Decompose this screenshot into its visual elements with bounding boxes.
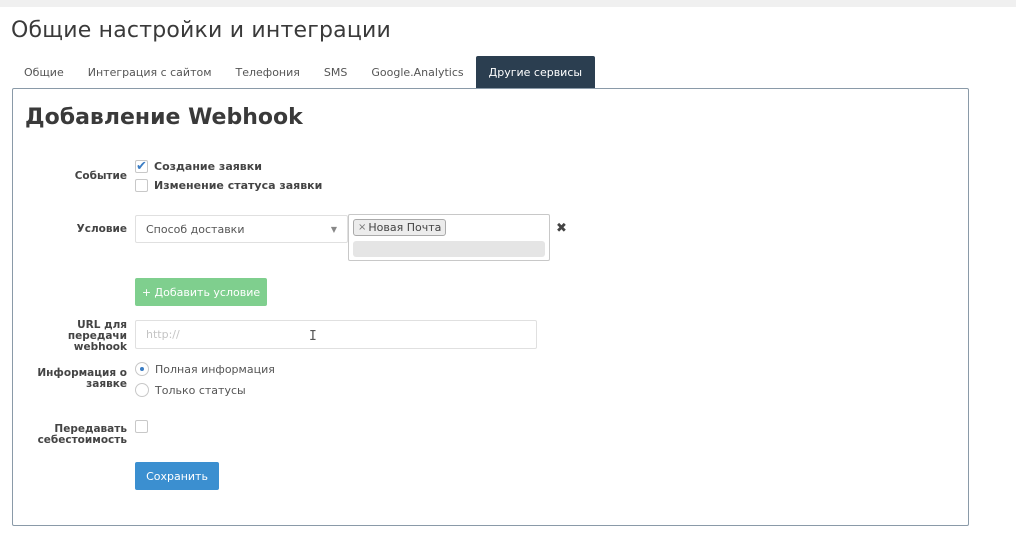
- text-cursor-icon: I: [309, 329, 317, 344]
- chevron-down-icon: ▼: [330, 224, 337, 234]
- save-button[interactable]: Сохранить: [135, 462, 219, 490]
- event-status-label: Изменение статуса заявки: [154, 179, 323, 192]
- info-option-status[interactable]: Только статусы: [135, 383, 246, 397]
- cost-label: Передавать себестоимость: [23, 424, 127, 446]
- cost-option[interactable]: [135, 420, 154, 433]
- event-option-create[interactable]: ✔ Создание заявки: [135, 160, 262, 173]
- tag-search-input[interactable]: [353, 241, 545, 257]
- cost-label-line2: себестоимость: [37, 434, 127, 446]
- checkmark-icon: ✔: [136, 159, 147, 174]
- info-label-line2: заявке: [86, 378, 127, 390]
- cost-checkbox[interactable]: [135, 420, 148, 433]
- info-option-full[interactable]: Полная информация: [135, 362, 275, 376]
- tab-telephony[interactable]: Телефония: [224, 56, 312, 88]
- settings-tabs: Общие Интеграция с сайтом Телефония SMS …: [13, 56, 596, 88]
- event-create-label: Создание заявки: [154, 160, 262, 173]
- info-full-radio[interactable]: [135, 362, 149, 376]
- tab-general[interactable]: Общие: [13, 56, 76, 88]
- condition-select[interactable]: Способ доставки ▼: [135, 215, 348, 243]
- tab-google-analytics[interactable]: Google.Analytics: [359, 56, 475, 88]
- tab-sms[interactable]: SMS: [312, 56, 359, 88]
- url-label-line3: webhook: [73, 341, 127, 353]
- info-status-label: Только статусы: [155, 383, 246, 397]
- event-create-checkbox[interactable]: ✔: [135, 160, 148, 173]
- info-status-radio[interactable]: [135, 383, 149, 397]
- tab-site-integration[interactable]: Интеграция с сайтом: [76, 56, 224, 88]
- tab-other-services[interactable]: Другие сервисы: [475, 56, 596, 88]
- remove-condition-icon[interactable]: ✖: [556, 220, 567, 236]
- webhook-panel: Добавление Webhook Событие ✔ Создание за…: [12, 88, 969, 526]
- tag-remove-icon[interactable]: ×: [358, 222, 366, 233]
- event-status-checkbox[interactable]: [135, 179, 148, 192]
- webhook-url-input[interactable]: [135, 320, 537, 349]
- url-label: URL для передачи webhook: [53, 320, 127, 353]
- condition-label: Условие: [76, 223, 127, 235]
- event-label: Событие: [74, 170, 127, 182]
- tag-label: Новая Почта: [368, 221, 442, 234]
- event-option-status-change[interactable]: Изменение статуса заявки: [135, 179, 322, 192]
- page-title: Общие настройки и интеграции: [11, 18, 392, 43]
- info-full-label: Полная информация: [155, 362, 275, 376]
- top-bar: [0, 0, 1016, 7]
- condition-select-value: Способ доставки: [146, 222, 245, 236]
- add-condition-button[interactable]: + Добавить условие: [135, 278, 267, 306]
- condition-tag-box[interactable]: × Новая Почта: [348, 214, 550, 261]
- condition-tag[interactable]: × Новая Почта: [353, 219, 447, 236]
- info-label: Информация о заявке: [33, 368, 127, 390]
- panel-title: Добавление Webhook: [25, 105, 303, 130]
